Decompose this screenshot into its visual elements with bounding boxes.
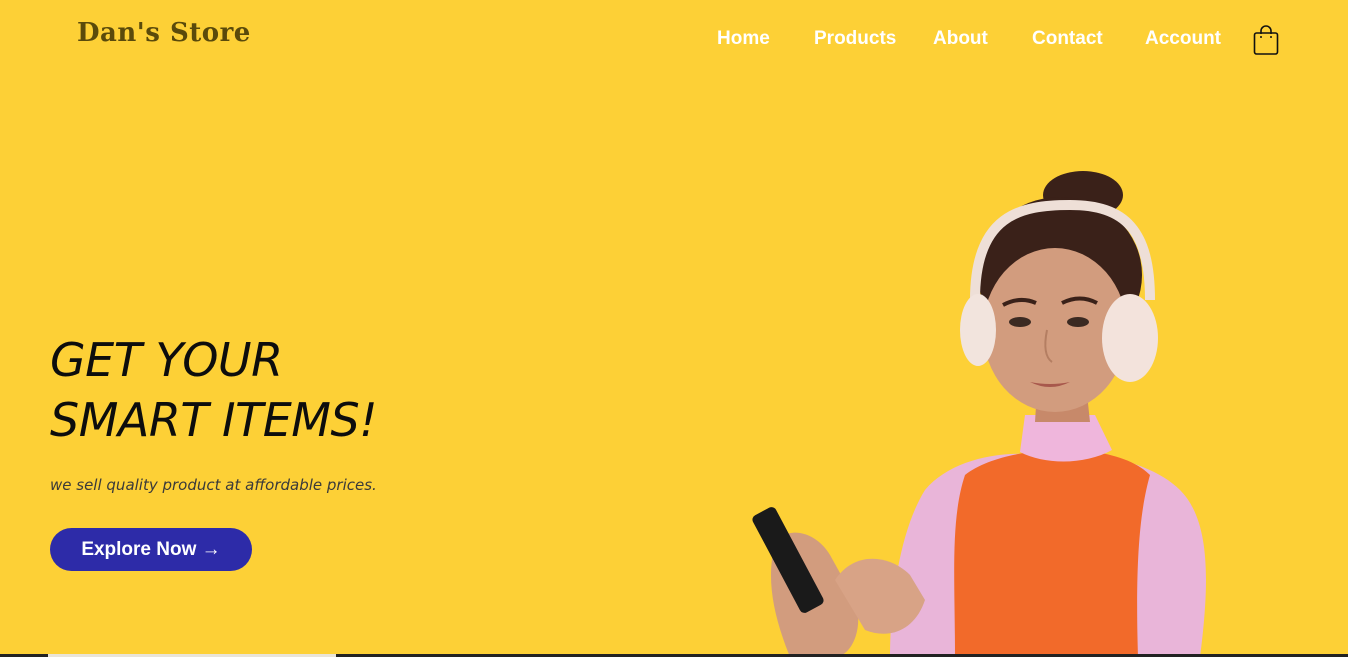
nav-item-contact[interactable]: Contact — [1032, 28, 1103, 50]
brand-logo[interactable]: Dan's Store — [77, 18, 251, 48]
hero-subtitle: we sell quality product at affordable pr… — [50, 476, 377, 494]
nav-item-products[interactable]: Products — [814, 28, 896, 50]
hero-title-line-2: SMART ITEMS! — [50, 393, 378, 447]
nav-item-about[interactable]: About — [933, 28, 988, 50]
nav-item-home[interactable]: Home — [717, 28, 770, 50]
page: Dan's Store Home Products About Contact … — [0, 0, 1348, 657]
shopping-bag-icon[interactable] — [1252, 24, 1280, 56]
hero-model-image — [740, 160, 1220, 657]
nav-item-account[interactable]: Account — [1145, 28, 1221, 50]
explore-now-button[interactable]: Explore Now → — [50, 528, 252, 571]
hero-title-line-1: GET YOUR — [50, 333, 283, 387]
hero-title: GET YOUR SMART ITEMS! — [50, 330, 378, 450]
